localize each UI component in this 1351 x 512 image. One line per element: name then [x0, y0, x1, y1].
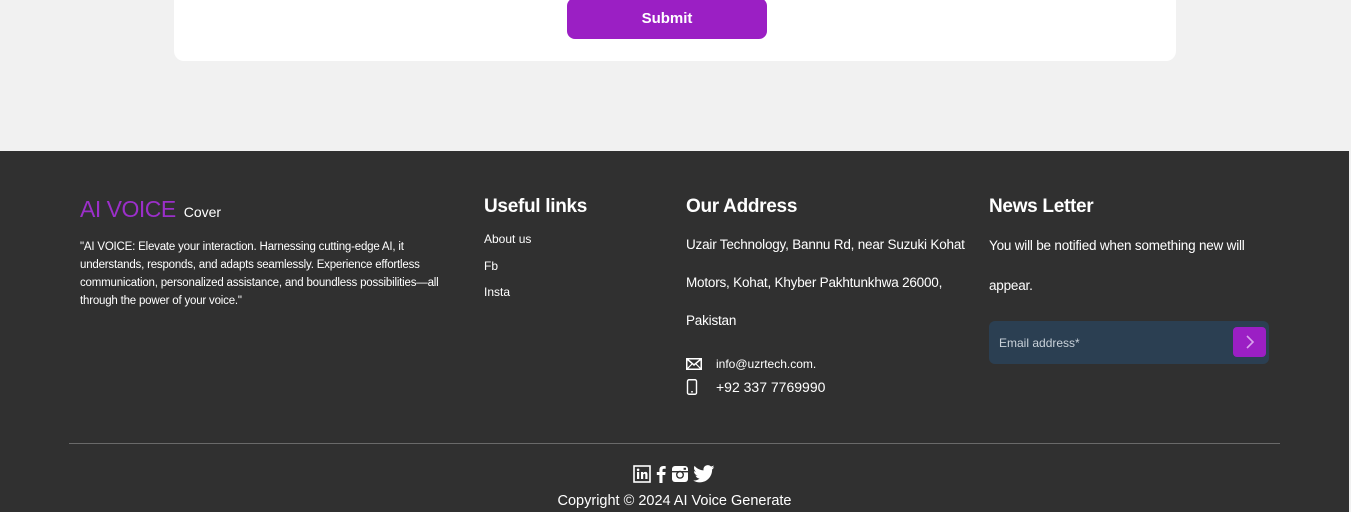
- address-text: Uzair Technology, Bannu Rd, near Suzuki …: [686, 237, 965, 328]
- newsletter-title: News Letter: [989, 196, 1094, 217]
- chevron-right-icon: [1245, 335, 1255, 349]
- newsletter-submit-button[interactable]: [1233, 327, 1266, 357]
- instagram-icon[interactable]: [671, 465, 689, 483]
- social-links: [633, 465, 715, 483]
- footer-divider: [69, 443, 1280, 444]
- phone-number: +92 337 7769990: [716, 379, 826, 395]
- address-title: Our Address: [686, 196, 798, 217]
- mobile-phone-icon: [686, 379, 716, 395]
- useful-link-item: Insta: [484, 284, 531, 311]
- about-text: "AI VOICE: Elevate your interaction. Har…: [80, 241, 439, 307]
- submit-button[interactable]: Submit: [567, 0, 767, 39]
- twitter-icon[interactable]: [693, 465, 715, 483]
- footer-brand: AI VOICE Cover: [80, 196, 221, 223]
- facebook-icon[interactable]: [655, 465, 667, 483]
- brand-subtitle: Cover: [183, 204, 222, 220]
- copyright-text: Copyright © 2024 AI Voice Generate: [557, 493, 792, 509]
- useful-links-list: About us Fb Insta: [484, 231, 531, 311]
- linkedin-icon[interactable]: [633, 465, 651, 483]
- page-top-area: Submit: [0, 0, 1351, 151]
- site-footer: AI VOICE Cover "AI VOICE: Elevate your i…: [0, 151, 1349, 512]
- link-fb[interactable]: Fb: [484, 259, 498, 273]
- envelope-icon: [686, 358, 716, 370]
- useful-link-item: Fb: [484, 258, 531, 285]
- email-link[interactable]: info@uzrtech.com.: [716, 357, 816, 371]
- newsletter-email-input[interactable]: [989, 321, 1229, 364]
- link-insta[interactable]: Insta: [484, 285, 510, 299]
- useful-link-item: About us: [484, 231, 531, 258]
- useful-links-title: Useful links: [484, 196, 588, 217]
- email-row: info@uzrtech.com.: [686, 357, 816, 371]
- newsletter-text: You will be notified when something new …: [989, 238, 1245, 293]
- link-about-us[interactable]: About us: [484, 232, 531, 246]
- newsletter-form: [989, 321, 1269, 364]
- brand-name: AI VOICE: [80, 196, 176, 222]
- phone-row: +92 337 7769990: [686, 379, 825, 395]
